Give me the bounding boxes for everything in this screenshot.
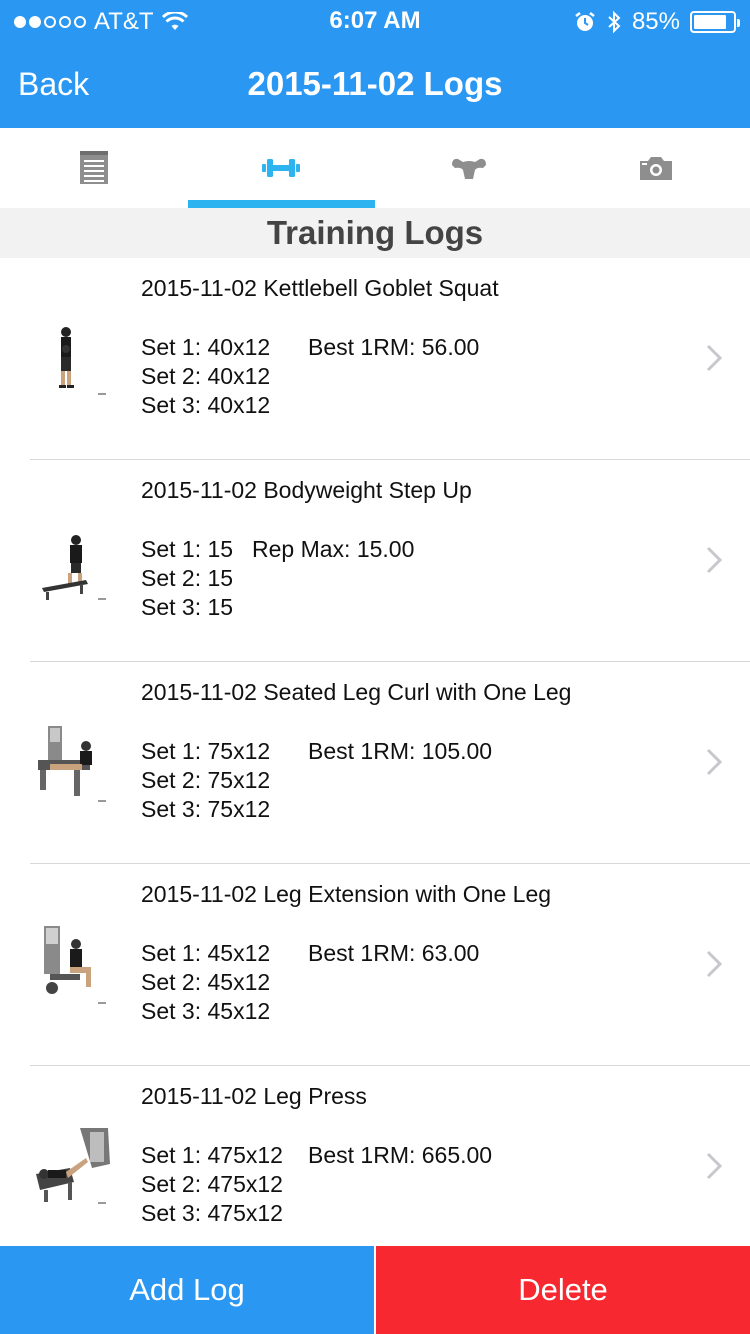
- tab-training[interactable]: [187, 128, 376, 208]
- bluetooth-icon: [608, 10, 621, 34]
- log-sets: Set 1: 475x12 Set 2: 475x12 Set 3: 475x1…: [141, 1141, 283, 1228]
- tab-body[interactable]: [375, 128, 563, 208]
- tab-notes[interactable]: [0, 128, 188, 208]
- kettlebell-squat-thumbnail: [59, 327, 106, 395]
- set-line: Set 1: 40x12: [141, 334, 271, 360]
- camera-icon: [640, 157, 673, 180]
- chevron-right-icon: [706, 950, 722, 978]
- log-row[interactable]: 2015-11-02 Bodyweight Step Up Set 1: 15 …: [0, 460, 750, 662]
- set-line: Set 1: 475x12: [141, 1142, 283, 1168]
- notepad-icon: [79, 151, 108, 184]
- log-sets: Set 1: 75x12 Set 2: 75x12 Set 3: 75x12: [141, 737, 270, 824]
- step-up-thumbnail: [42, 535, 106, 600]
- log-title: 2015-11-02 Bodyweight Step Up: [141, 477, 472, 503]
- log-metric: Best 1RM: 56.00: [308, 334, 480, 360]
- log-metric: Best 1RM: 105.00: [308, 738, 493, 764]
- log-metric: Best 1RM: 63.00: [308, 940, 480, 966]
- set-line: Set 2: 40x12: [141, 363, 271, 389]
- log-sets: Set 1: 40x12 Set 2: 40x12 Set 3: 40x12: [141, 333, 270, 420]
- chevron-right-icon: [706, 344, 722, 372]
- log-row[interactable]: 2015-11-02 Leg Press Set 1: 475x12 Set 2…: [0, 1066, 750, 1246]
- log-row[interactable]: 2015-11-02 Kettlebell Goblet Squat Set 1…: [0, 258, 750, 460]
- dumbbell-icon: [262, 159, 301, 177]
- set-line: Set 3: 75x12: [141, 796, 271, 822]
- log-metric: Rep Max: 15.00: [252, 536, 415, 562]
- set-line: Set 2: 475x12: [141, 1171, 283, 1197]
- leg-press-thumbnail: [36, 1128, 110, 1204]
- navigation-bar: Back 2015-11-02 Logs: [0, 40, 750, 128]
- set-line: Set 2: 45x12: [141, 969, 271, 995]
- bottom-action-bar: Add Log Delete: [0, 1246, 750, 1334]
- delete-button[interactable]: Delete: [374, 1246, 750, 1334]
- chevron-right-icon: [706, 1152, 722, 1180]
- log-sets: Set 1: 15 Set 2: 15 Set 3: 15: [141, 535, 233, 622]
- set-line: Set 1: 45x12: [141, 940, 271, 966]
- leg-curl-thumbnail: [38, 726, 106, 802]
- add-log-button[interactable]: Add Log: [0, 1246, 374, 1334]
- tab-bar: [0, 128, 750, 208]
- header: AT&T 6:07 AM 85% Back 2015-11-02 Logs: [0, 0, 750, 128]
- page-title: 2015-11-02 Logs: [247, 65, 503, 102]
- set-line: Set 3: 45x12: [141, 998, 271, 1024]
- muscle-icon: [451, 158, 486, 179]
- log-sets: Set 1: 45x12 Set 2: 45x12 Set 3: 45x12: [141, 939, 270, 1026]
- tab-photos[interactable]: [563, 128, 750, 208]
- set-line: Set 1: 75x12: [141, 738, 271, 764]
- set-line: Set 1: 15: [141, 536, 234, 562]
- log-row[interactable]: 2015-11-02 Seated Leg Curl with One Leg …: [0, 662, 750, 864]
- leg-extension-thumbnail: [44, 926, 106, 1004]
- log-row[interactable]: 2015-11-02 Leg Extension with One Leg Se…: [0, 864, 750, 1066]
- log-title: 2015-11-02 Seated Leg Curl with One Leg: [141, 679, 572, 705]
- status-bar: AT&T 6:07 AM 85%: [0, 0, 750, 40]
- log-title: 2015-11-02 Leg Extension with One Leg: [141, 881, 552, 907]
- chevron-right-icon: [706, 546, 722, 574]
- battery-percent: 85%: [631, 8, 680, 35]
- set-line: Set 2: 75x12: [141, 767, 271, 793]
- alarm-icon: [575, 12, 595, 31]
- chevron-right-icon: [706, 748, 722, 776]
- set-line: Set 3: 475x12: [141, 1200, 283, 1226]
- log-metric: Best 1RM: 665.00: [308, 1142, 493, 1168]
- training-log-list[interactable]: 2015-11-02 Kettlebell Goblet Squat Set 1…: [0, 258, 750, 1246]
- set-line: Set 3: 40x12: [141, 392, 271, 418]
- section-title: Training Logs: [0, 208, 750, 258]
- log-title: 2015-11-02 Leg Press: [141, 1083, 367, 1109]
- battery-icon: [690, 11, 740, 33]
- log-title: 2015-11-02 Kettlebell Goblet Squat: [141, 275, 499, 301]
- set-line: Set 2: 15: [141, 565, 234, 591]
- set-line: Set 3: 15: [141, 594, 234, 620]
- status-right: 85%: [574, 8, 740, 36]
